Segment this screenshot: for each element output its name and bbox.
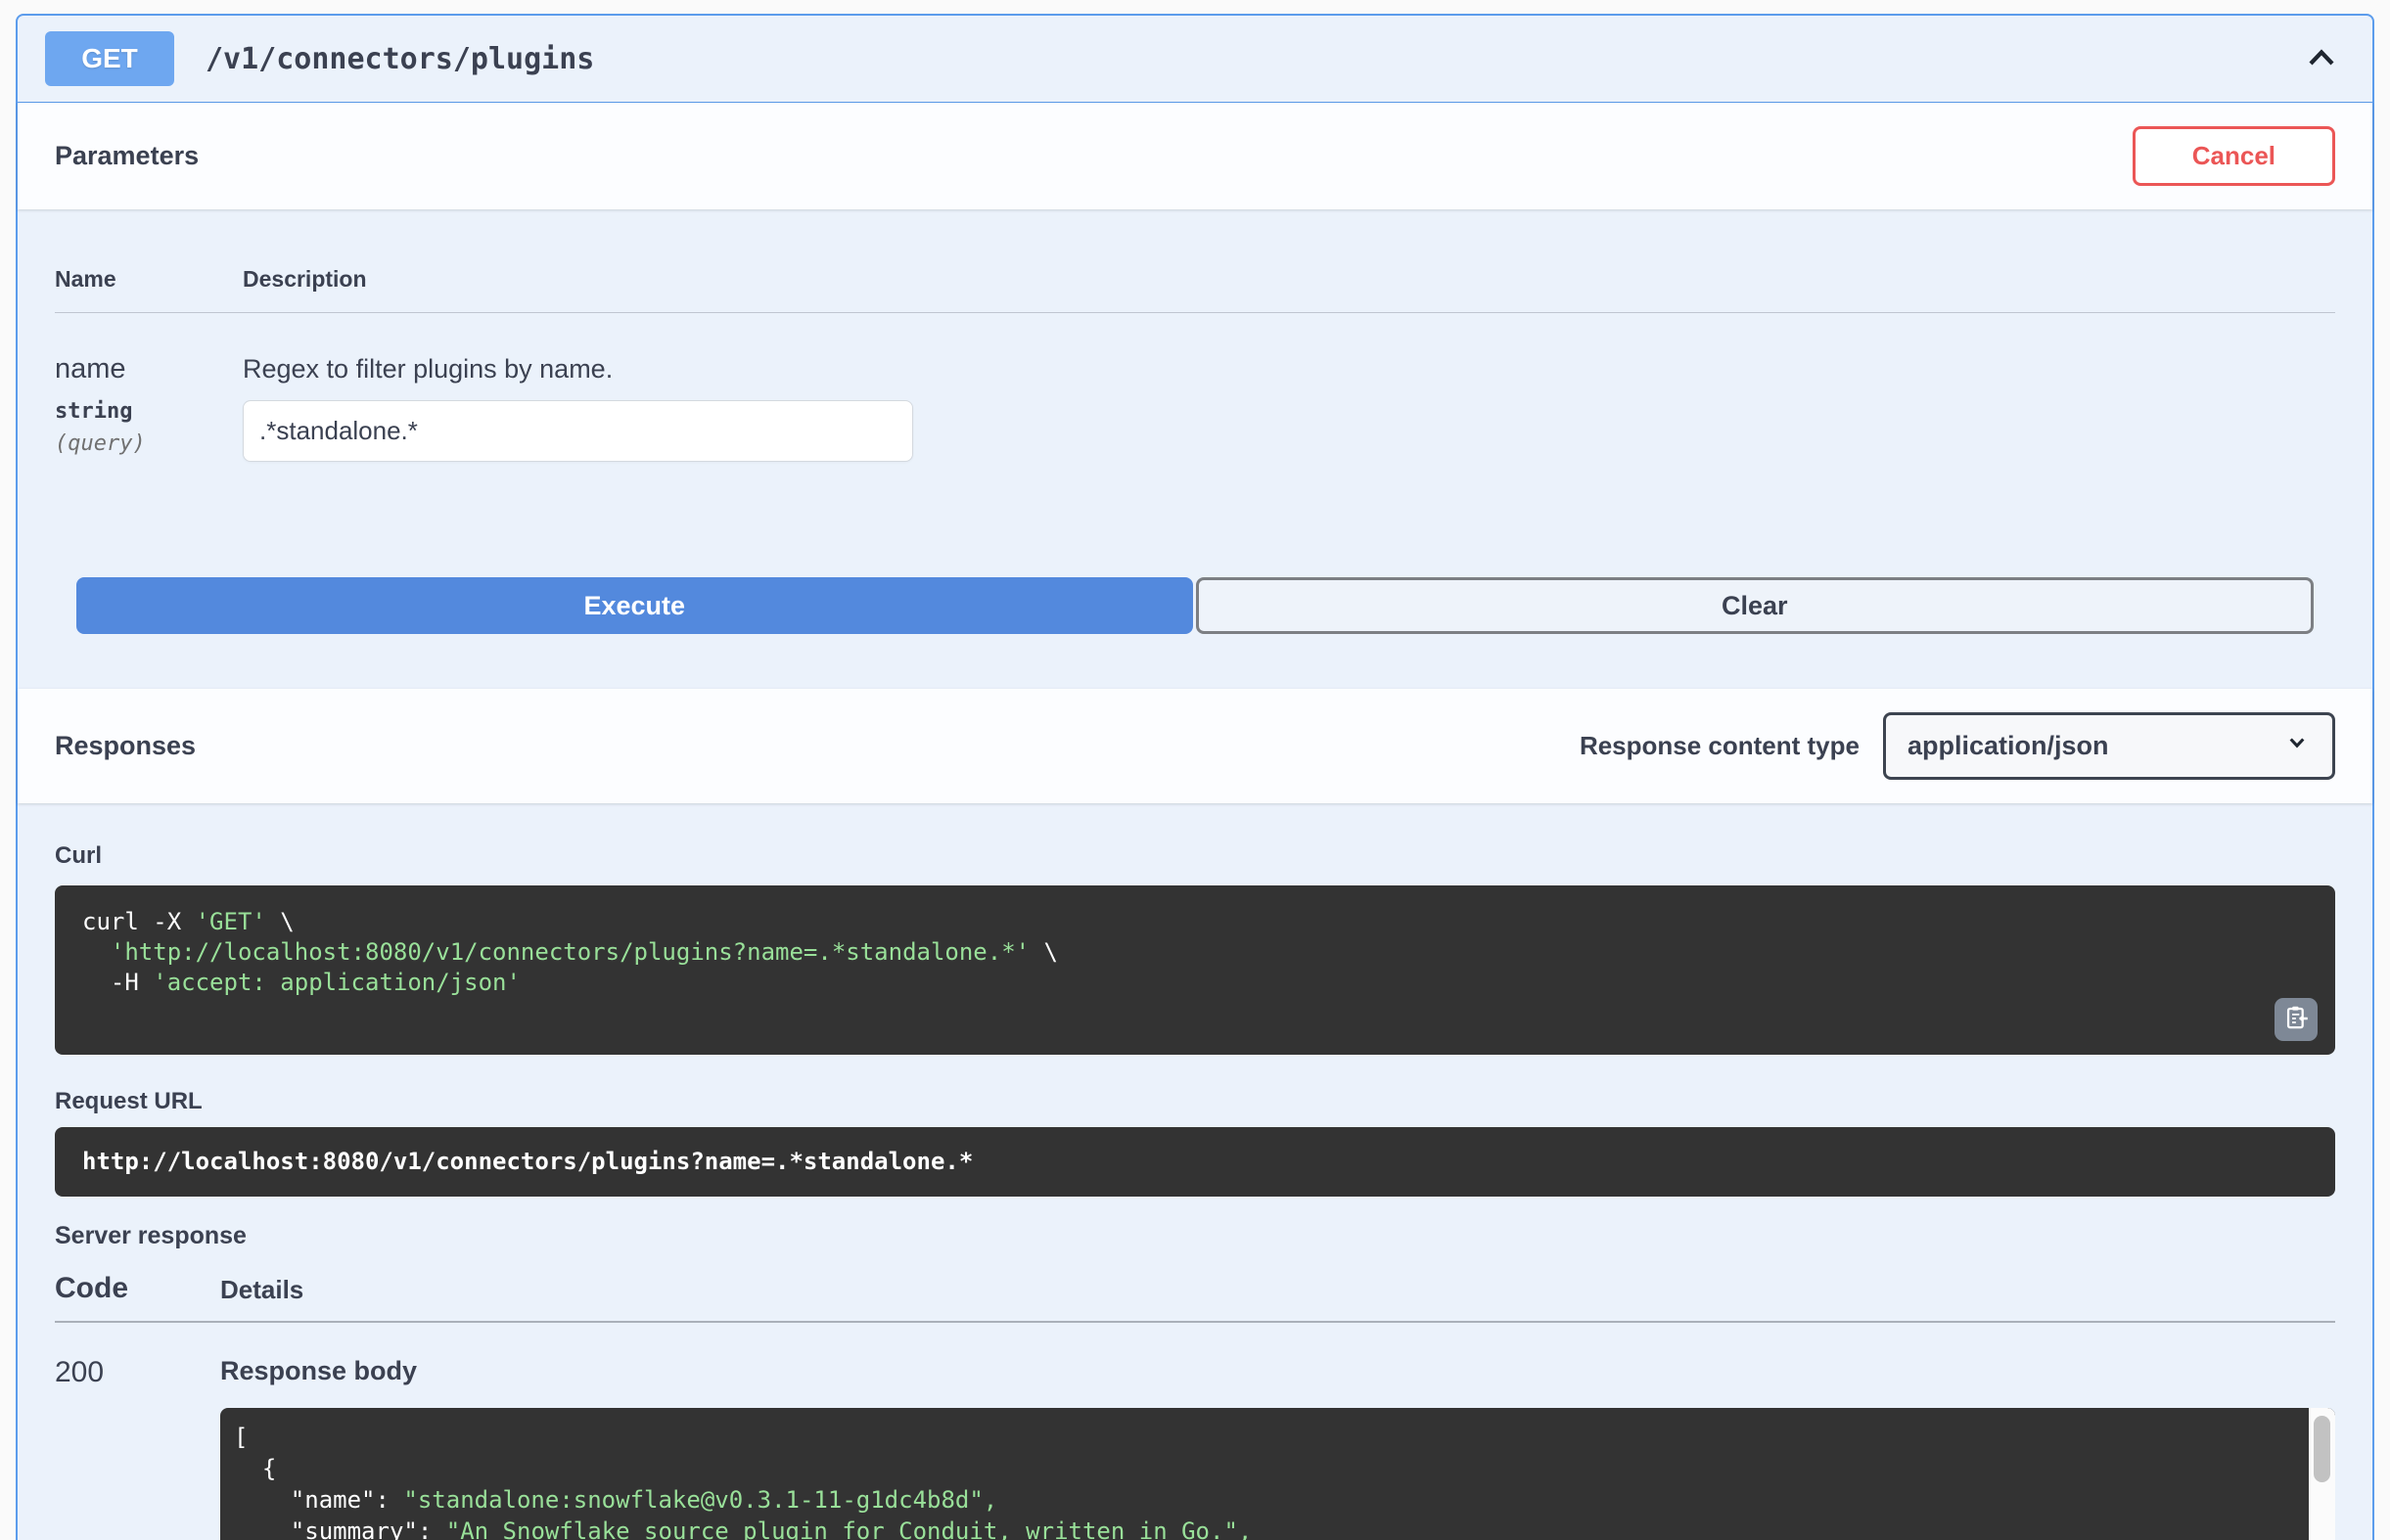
endpoint-path: /v1/connectors/plugins bbox=[206, 42, 594, 76]
parameters-header: Parameters Cancel bbox=[18, 103, 2372, 209]
copy-to-clipboard-button[interactable] bbox=[2275, 998, 2318, 1041]
param-description: Regex to filter plugins by name. bbox=[243, 354, 2335, 385]
param-row: name string (query) Regex to filter plug… bbox=[55, 313, 2335, 462]
col-head-name: Name bbox=[55, 266, 243, 293]
chevron-up-icon bbox=[2302, 66, 2341, 80]
response-details-cell: Response body [ { "name": "standalone:sn… bbox=[220, 1356, 2335, 1540]
responses-title: Responses bbox=[55, 731, 196, 761]
col-head-code: Code bbox=[55, 1272, 220, 1305]
collapse-button[interactable] bbox=[2298, 34, 2345, 84]
clipboard-icon bbox=[2283, 1005, 2310, 1034]
responses-header: Responses Response content type applicat… bbox=[18, 689, 2372, 803]
server-response-table: Code Details 200 Response body [ { "name… bbox=[55, 1272, 2335, 1540]
server-response-label: Server response bbox=[55, 1222, 2335, 1250]
execute-wrapper: Execute Clear bbox=[18, 462, 2372, 689]
request-url-label: Request URL bbox=[55, 1088, 2335, 1115]
parameters-table: Name Description name string (query) Reg… bbox=[18, 209, 2372, 462]
clear-button[interactable]: Clear bbox=[1196, 577, 2315, 634]
parameters-table-head: Name Description bbox=[55, 209, 2335, 313]
response-body: [ { "name": "standalone:snowflake@v0.3.1… bbox=[220, 1408, 2335, 1540]
curl-label: Curl bbox=[55, 842, 2335, 870]
content-type-wrap: Response content type application/json bbox=[1580, 712, 2335, 780]
response-content-type-select[interactable]: application/json bbox=[1883, 712, 2335, 780]
param-name-cell: name string (query) bbox=[55, 354, 243, 462]
param-type: string bbox=[55, 399, 243, 424]
param-location: (query) bbox=[55, 431, 243, 456]
execute-button[interactable]: Execute bbox=[76, 577, 1193, 634]
chevron-down-icon bbox=[2283, 729, 2311, 763]
param-name: name bbox=[55, 354, 243, 385]
content-type-label: Response content type bbox=[1580, 731, 1860, 761]
col-head-details: Details bbox=[220, 1275, 2335, 1305]
scrollbar-thumb[interactable] bbox=[2314, 1416, 2330, 1482]
responses-inner: Curl curl -X 'GET' \ 'http://localhost:8… bbox=[18, 803, 2372, 1540]
request-url: http://localhost:8080/v1/connectors/plug… bbox=[55, 1127, 2335, 1197]
param-description-cell: Regex to filter plugins by name. bbox=[243, 354, 2335, 462]
opblock-get: GET /v1/connectors/plugins Parameters Ca… bbox=[16, 14, 2374, 1540]
server-response-table-head: Code Details bbox=[55, 1272, 2335, 1323]
param-value-input[interactable] bbox=[243, 400, 913, 462]
content-type-value: application/json bbox=[1907, 731, 2109, 761]
response-status-code: 200 bbox=[55, 1356, 220, 1540]
opblock-summary[interactable]: GET /v1/connectors/plugins bbox=[18, 16, 2372, 103]
curl-command: curl -X 'GET' \ 'http://localhost:8080/v… bbox=[55, 885, 2335, 1055]
scrollbar-track[interactable] bbox=[2309, 1408, 2335, 1540]
response-row: 200 Response body [ { "name": "standalon… bbox=[55, 1323, 2335, 1540]
parameters-title: Parameters bbox=[55, 141, 199, 171]
col-head-description: Description bbox=[243, 266, 2335, 293]
method-badge: GET bbox=[45, 31, 174, 86]
response-body-label: Response body bbox=[220, 1356, 2335, 1386]
cancel-button[interactable]: Cancel bbox=[2133, 126, 2335, 186]
